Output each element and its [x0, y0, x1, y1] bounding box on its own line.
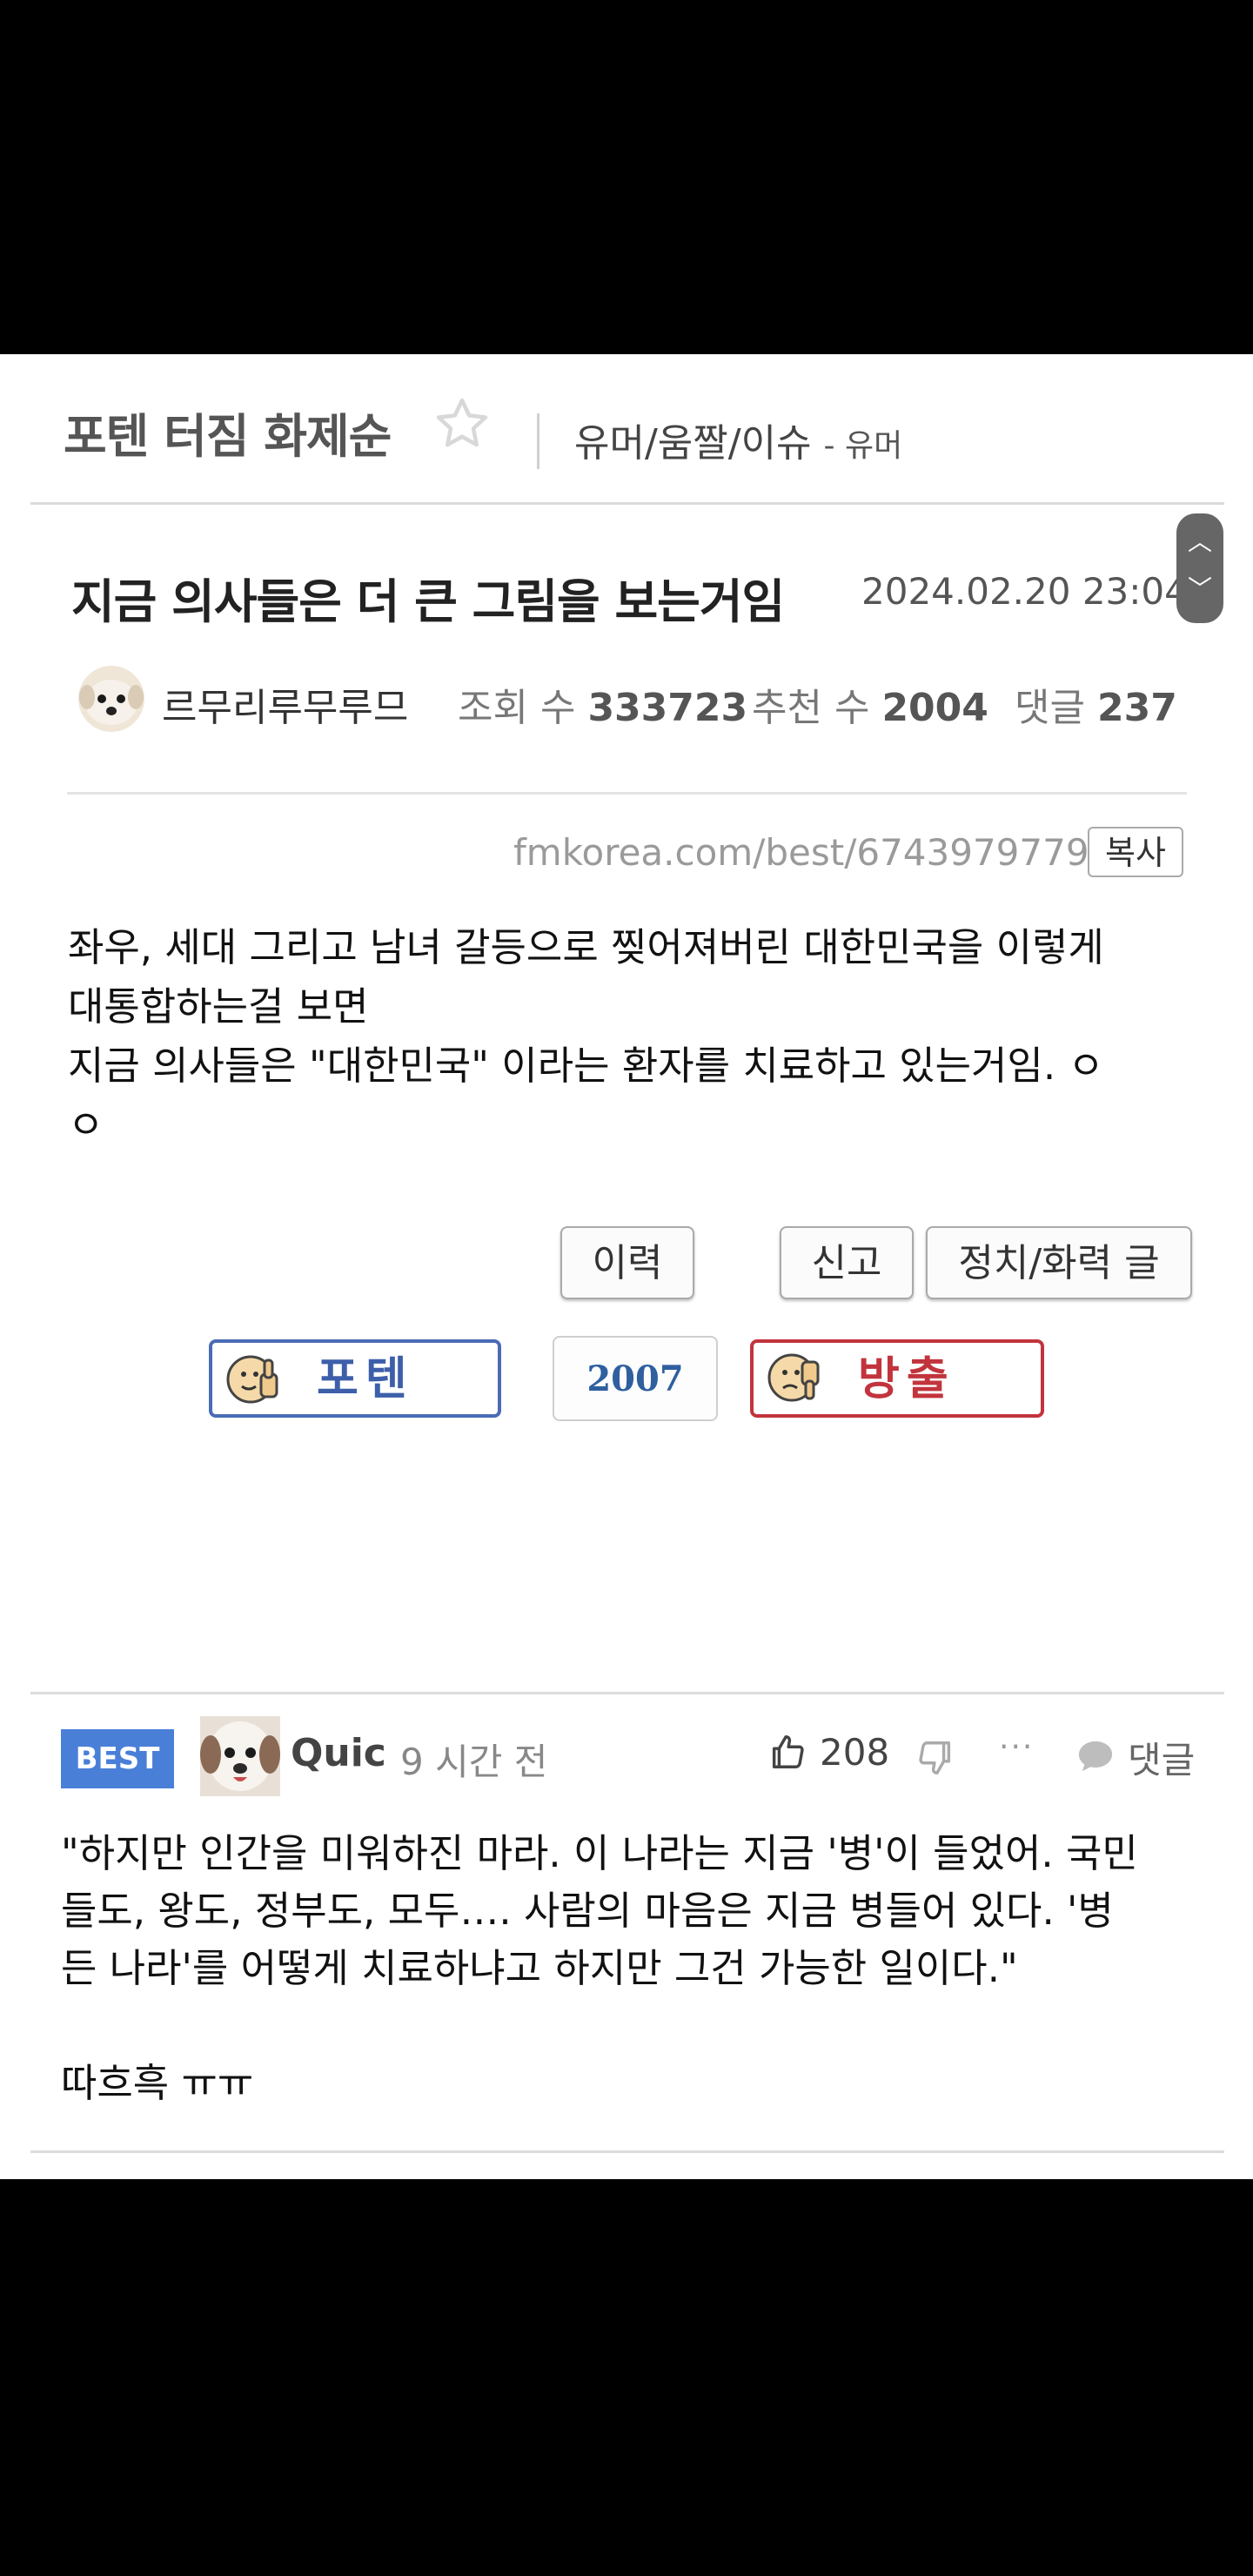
more-options-icon[interactable]: ··· — [999, 1729, 1034, 1765]
post-page: 포텐 터짐 화제순 유머/움짤/이슈 - 유머 지금 의사들은 더 큰 그림을 … — [0, 354, 1253, 2179]
meta-divider — [67, 792, 1187, 795]
speech-bubble-icon[interactable] — [1075, 1738, 1116, 1774]
history-button[interactable]: 이력 — [560, 1226, 694, 1299]
status-bar-area — [0, 0, 1253, 354]
recommend-count: 추천 수 2004 — [752, 676, 988, 732]
post-url[interactable]: fmkorea.com/best/6743979779 — [513, 831, 1089, 874]
vote-count: 2007 — [553, 1336, 718, 1421]
author-nickname[interactable]: 르무리루무루므 — [162, 676, 408, 732]
post-body-line: 지금 의사들은 "대한민국" 이라는 환자를 치료하고 있는거임. ㅇ — [68, 1043, 1104, 1089]
recommend-count-label: 추천 수 — [752, 686, 870, 730]
post-title: 지금 의사들은 더 큰 그림을 보는거임 — [71, 574, 785, 629]
author-avatar[interactable] — [77, 664, 146, 734]
header-divider — [537, 413, 539, 469]
breadcrumb-main[interactable]: 유머/움짤/이슈 — [574, 421, 812, 466]
vote-down-label: 방출 — [858, 1353, 955, 1405]
thumbs-down-icon[interactable] — [915, 1738, 955, 1778]
post-body-line: 대통합하는걸 보면 — [68, 983, 369, 1030]
thumbs-up-icon[interactable] — [767, 1732, 807, 1772]
comment-body: "하지만 인간을 미워하진 마라. 이 나라는 지금 '병'이 들었어. 국민 … — [61, 1825, 1209, 2112]
copy-url-button[interactable]: 복사 — [1088, 827, 1183, 877]
navigation-bar-area — [0, 2179, 1253, 2576]
vote-up-button[interactable]: 포텐 — [209, 1339, 501, 1418]
star-icon[interactable] — [432, 394, 492, 453]
breadcrumb[interactable]: 유머/움짤/이슈 - 유머 — [574, 412, 902, 467]
board-title[interactable]: 포텐 터짐 화제순 — [64, 398, 392, 466]
comment-count-value: 237 — [1096, 686, 1177, 730]
thumbs-up-face-icon — [226, 1355, 278, 1404]
reply-button[interactable]: 댓글 — [1128, 1731, 1195, 1784]
view-count: 조회 수 333723 — [458, 676, 747, 732]
commenter-avatar[interactable] — [200, 1716, 280, 1796]
recommend-count-value: 2004 — [881, 686, 988, 730]
post-body-line: ㅇ — [68, 1102, 104, 1148]
comment-line: 든 나라'를 어떻게 치료하냐고 하지만 그건 가능한 일이다." — [61, 1945, 1018, 1991]
politics-post-button[interactable]: 정치/화력 글 — [926, 1226, 1192, 1299]
comments-divider — [30, 1692, 1224, 1694]
chevron-down-icon[interactable]: ﹀ — [1176, 576, 1223, 602]
chevron-up-icon[interactable]: ︿ — [1176, 529, 1223, 555]
post-meta: 르무리루무루므 조회 수 333723 추천 수 2004 댓글 237 — [71, 661, 1203, 739]
board-header: 포텐 터짐 화제순 유머/움짤/이슈 - 유머 — [30, 354, 1224, 505]
view-count-value: 333723 — [587, 686, 748, 730]
scroll-navigator[interactable]: ︿ ﹀ — [1176, 513, 1223, 623]
thumbs-down-face-icon — [767, 1353, 820, 1402]
vote-up-label: 포텐 — [317, 1353, 414, 1405]
post-body: 좌우, 세대 그리고 남녀 갈등으로 찢어져버린 대한민국을 이렇게 대통합하는… — [68, 918, 1199, 1155]
comment-like-count: 208 — [820, 1731, 890, 1774]
view-count-label: 조회 수 — [458, 686, 576, 730]
post-date: 2024.02.20 23:04 — [861, 570, 1188, 613]
comment-line — [61, 1997, 1209, 2055]
commenter-nickname[interactable]: Quic — [291, 1731, 386, 1775]
comment-time: 9 시간 전 — [400, 1741, 548, 1783]
comment-divider — [30, 2150, 1224, 2153]
best-badge: BEST — [61, 1729, 174, 1788]
breadcrumb-sub[interactable]: - 유머 — [824, 428, 903, 464]
post-body-line: 좌우, 세대 그리고 남녀 갈등으로 찢어져버린 대한민국을 이렇게 — [68, 924, 1104, 970]
comment-count[interactable]: 댓글 237 — [1015, 676, 1177, 732]
comment-line: "하지만 인간을 미워하진 마라. 이 나라는 지금 '병'이 들었어. 국민 — [61, 1830, 1138, 1876]
vote-down-button[interactable]: 방출 — [750, 1339, 1044, 1418]
comment-count-label: 댓글 — [1015, 686, 1085, 730]
comment-line: 따흐흑 ㅠㅠ — [61, 2060, 254, 2106]
report-button[interactable]: 신고 — [780, 1226, 914, 1299]
comment-line: 들도, 왕도, 정부도, 모두…. 사람의 마음은 지금 병들어 있다. '병 — [61, 1888, 1114, 1934]
